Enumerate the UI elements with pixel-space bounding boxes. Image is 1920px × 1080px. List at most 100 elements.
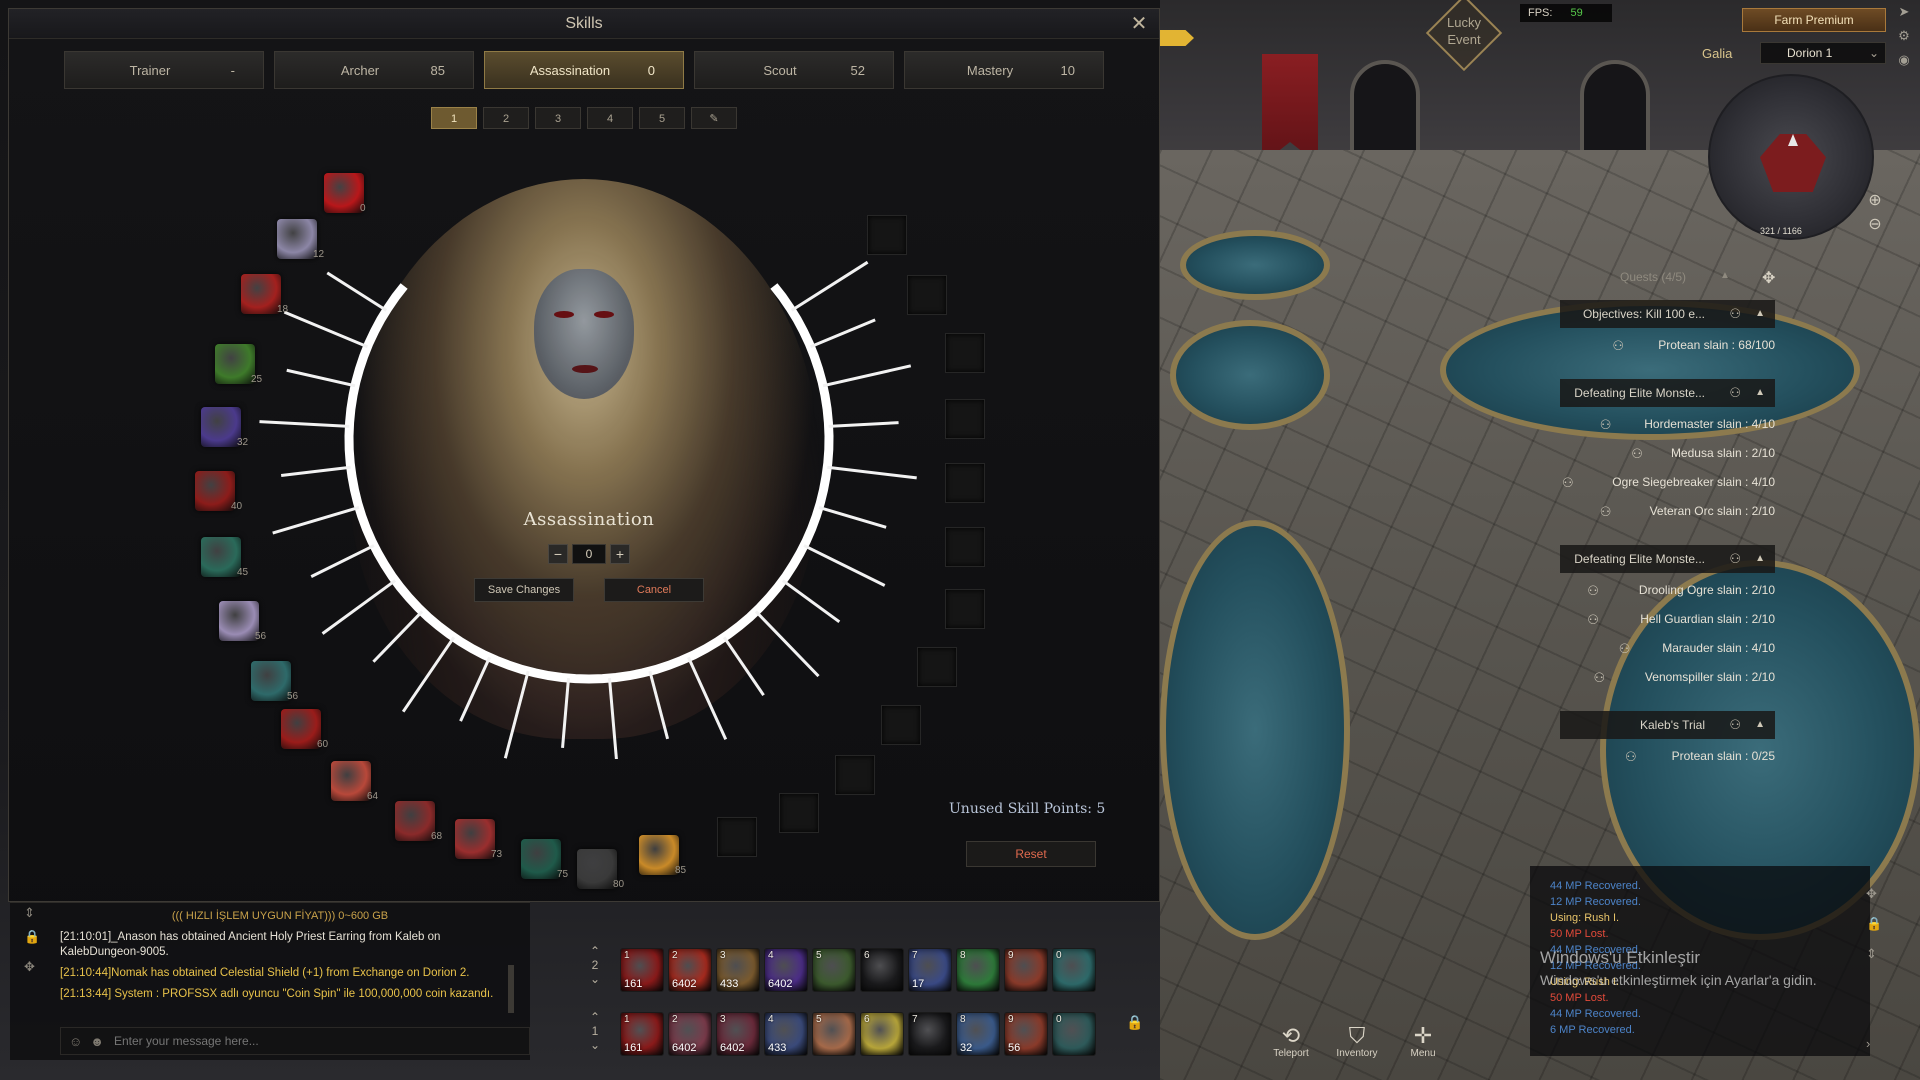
teleport-button[interactable]: ⟲ Teleport xyxy=(1270,1024,1312,1060)
class-tab-assassination[interactable]: Assassination 0 xyxy=(484,51,684,89)
hotbar-slot-1[interactable]: 1 161 xyxy=(620,948,664,992)
preset-tab-5[interactable]: 5 xyxy=(639,107,685,129)
quest-target-icon[interactable]: ⚇ xyxy=(1562,475,1574,491)
quest-group[interactable]: Kaleb's Trial ⚇ ▲ xyxy=(1560,711,1775,739)
empty-skill-slot[interactable] xyxy=(779,793,819,833)
quest-target-icon[interactable]: ⚇ xyxy=(1600,417,1612,433)
empty-skill-slot[interactable] xyxy=(917,647,957,687)
quest-action-icon[interactable]: ⚇ xyxy=(1729,711,1741,739)
minimap[interactable] xyxy=(1708,74,1874,240)
quest-target-icon[interactable]: ⚇ xyxy=(1612,338,1624,354)
plus-button[interactable]: + xyxy=(610,544,630,564)
chevron-right-icon[interactable]: › xyxy=(1866,1036,1886,1051)
quest-action-icon[interactable]: ⚇ xyxy=(1729,379,1741,407)
hotbar-slot-1[interactable]: 1 161 xyxy=(620,1012,664,1056)
quest-target-icon[interactable]: ⚇ xyxy=(1625,749,1637,765)
hotbar-slot-2[interactable]: 2 6402 xyxy=(668,1012,712,1056)
skill-icon[interactable] xyxy=(395,801,435,841)
expand-icon[interactable]: ⇕ xyxy=(1866,946,1886,976)
quest-target-icon[interactable]: ⚇ xyxy=(1587,583,1599,599)
channel-select[interactable]: Dorion 1 ⌄ xyxy=(1760,42,1886,64)
eye-icon[interactable]: ◉ xyxy=(1894,52,1914,76)
class-tab-archer[interactable]: Archer 85 xyxy=(274,51,474,89)
quest-action-icon[interactable]: ⚇ xyxy=(1729,300,1741,328)
preset-tab-2[interactable]: 2 xyxy=(483,107,529,129)
quest-target-icon[interactable]: ⚇ xyxy=(1594,670,1606,686)
quest-target-icon[interactable]: ⚇ xyxy=(1587,612,1599,628)
empty-skill-slot[interactable] xyxy=(945,333,985,373)
preset-tab-1[interactable]: 1 xyxy=(431,107,477,129)
empty-skill-slot[interactable] xyxy=(945,463,985,503)
class-tab-scout[interactable]: Scout 52 xyxy=(694,51,894,89)
minus-button[interactable]: − xyxy=(548,544,568,564)
skill-icon[interactable] xyxy=(195,471,235,511)
skill-icon[interactable] xyxy=(219,601,259,641)
collapse-icon[interactable]: ▲ xyxy=(1720,270,1730,281)
hotbar-down-icon[interactable]: ⌄ xyxy=(580,1038,610,1052)
emoji-icon[interactable]: ☻ xyxy=(90,1034,104,1049)
collapse-icon[interactable]: ▲ xyxy=(1755,300,1765,328)
empty-skill-slot[interactable] xyxy=(881,705,921,745)
empty-skill-slot[interactable] xyxy=(945,589,985,629)
skill-icon[interactable] xyxy=(201,537,241,577)
quest-target-icon[interactable]: ⚇ xyxy=(1600,504,1612,520)
preset-tab-3[interactable]: 3 xyxy=(535,107,581,129)
preset-tab-4[interactable]: 4 xyxy=(587,107,633,129)
hotbar-slot-7[interactable]: 7 17 xyxy=(908,948,952,992)
hotbar-slot-6[interactable]: 6 xyxy=(860,948,904,992)
zoom-in-icon[interactable]: ⊕ xyxy=(1864,190,1886,212)
hotbar-slot-7[interactable]: 7 xyxy=(908,1012,952,1056)
hotbar-slot-0[interactable]: 0 xyxy=(1052,948,1096,992)
lock-icon[interactable]: 🔒 xyxy=(24,929,40,944)
skill-icon[interactable] xyxy=(521,839,561,879)
arrow-right-icon[interactable]: ➤ xyxy=(1894,4,1914,28)
hotbar-slot-6[interactable]: 6 xyxy=(860,1012,904,1056)
hotbar-slot-5[interactable]: 5 xyxy=(812,1012,856,1056)
skill-icon[interactable] xyxy=(251,661,291,701)
empty-skill-slot[interactable] xyxy=(835,755,875,795)
hotbar-up-icon[interactable]: ⌃ xyxy=(580,1010,610,1024)
move-icon[interactable]: ✥ xyxy=(24,959,38,974)
quest-group[interactable]: Defeating Elite Monste... ⚇ ▲ xyxy=(1560,545,1775,573)
locked-skill-icon[interactable] xyxy=(577,849,617,889)
reset-button[interactable]: Reset xyxy=(966,841,1096,867)
empty-skill-slot[interactable] xyxy=(867,215,907,255)
quest-action-icon[interactable]: ⚇ xyxy=(1729,545,1741,573)
hotbar-slot-3[interactable]: 3 6402 xyxy=(716,1012,760,1056)
skill-icon[interactable] xyxy=(215,344,255,384)
hotbar-slot-9[interactable]: 9 56 xyxy=(1004,1012,1048,1056)
collapse-icon[interactable]: ▲ xyxy=(1755,711,1765,739)
chat-input[interactable] xyxy=(103,1029,529,1053)
lock-icon[interactable]: 🔒 xyxy=(1866,916,1886,946)
hotbar-up-icon[interactable]: ⌃ xyxy=(580,944,610,958)
move-icon[interactable]: ✥ xyxy=(1762,268,1775,288)
hotbar-down-icon[interactable]: ⌄ xyxy=(580,972,610,986)
hotbar-slot-5[interactable]: 5 xyxy=(812,948,856,992)
move-icon[interactable]: ✥ xyxy=(1866,886,1886,916)
hotbar-lock-icon[interactable]: 🔒 xyxy=(1126,1014,1143,1031)
quest-target-icon[interactable]: ⚇ xyxy=(1619,641,1631,657)
skill-icon[interactable] xyxy=(639,835,679,875)
collapse-icon[interactable]: ▲ xyxy=(1755,545,1765,573)
quest-group[interactable]: Objectives: Kill 100 e... ⚇ ▲ xyxy=(1560,300,1775,328)
empty-skill-slot[interactable] xyxy=(717,817,757,857)
chat-channel-icon[interactable]: ☺ xyxy=(69,1034,82,1049)
hotbar-slot-3[interactable]: 3 433 xyxy=(716,948,760,992)
zoom-out-icon[interactable]: ⊖ xyxy=(1864,214,1886,236)
quest-group[interactable]: Defeating Elite Monste... ⚇ ▲ xyxy=(1560,379,1775,407)
save-changes-button[interactable]: Save Changes xyxy=(474,578,574,602)
hotbar-slot-8[interactable]: 8 xyxy=(956,948,1000,992)
farm-premium-button[interactable]: Farm Premium xyxy=(1742,8,1886,32)
hotbar-slot-0[interactable]: 0 xyxy=(1052,1012,1096,1056)
hotbar-slot-4[interactable]: 4 433 xyxy=(764,1012,808,1056)
skill-icon[interactable] xyxy=(201,407,241,447)
edit-pencil-icon[interactable]: ✎ xyxy=(691,107,737,129)
skill-icon[interactable] xyxy=(241,274,281,314)
close-icon[interactable]: ✕ xyxy=(1129,14,1149,34)
collapse-icon[interactable]: ▲ xyxy=(1755,379,1765,407)
skill-icon[interactable] xyxy=(281,709,321,749)
menu-button[interactable]: ✛ Menu xyxy=(1402,1024,1444,1060)
skill-icon[interactable] xyxy=(331,761,371,801)
quest-target-icon[interactable]: ⚇ xyxy=(1631,446,1643,462)
settings-icon[interactable]: ⚙ xyxy=(1894,28,1914,52)
